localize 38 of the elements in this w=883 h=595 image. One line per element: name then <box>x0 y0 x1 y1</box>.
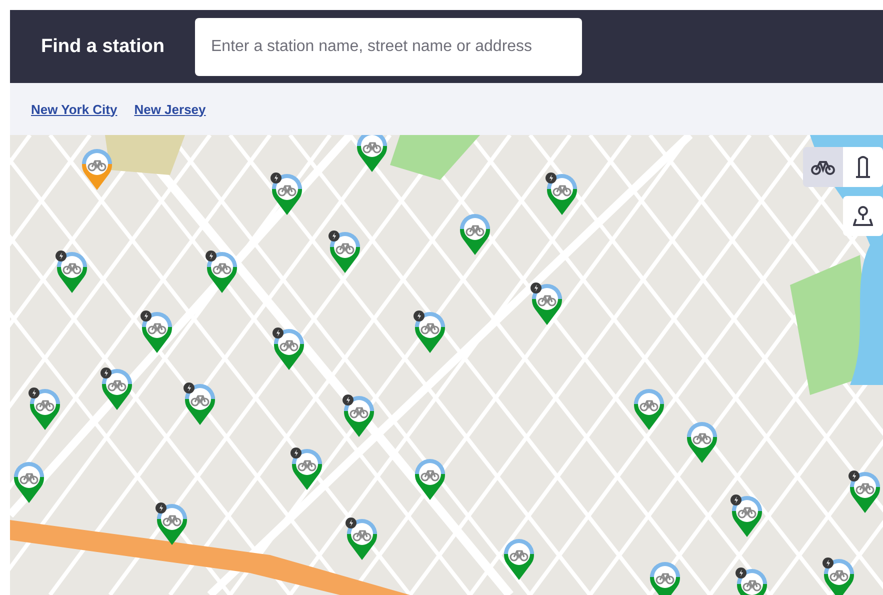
station-marker[interactable] <box>355 135 389 173</box>
station-marker[interactable] <box>458 212 492 256</box>
station-marker[interactable] <box>28 387 62 431</box>
station-marker[interactable] <box>345 517 379 561</box>
station-marker[interactable] <box>530 282 564 326</box>
station-marker[interactable] <box>342 394 376 438</box>
station-marker[interactable] <box>155 502 189 546</box>
station-marker[interactable] <box>290 447 324 491</box>
search-field[interactable]: Enter a station name, street name or address <box>195 18 582 76</box>
station-marker[interactable] <box>328 230 362 274</box>
location-pin-icon <box>853 205 873 227</box>
dock-layer-button[interactable] <box>843 147 883 187</box>
station-marker[interactable] <box>848 470 882 514</box>
station-marker[interactable] <box>140 310 174 354</box>
dock-icon <box>855 155 871 179</box>
station-marker[interactable] <box>12 460 46 504</box>
station-marker[interactable] <box>413 457 447 501</box>
station-marker[interactable] <box>270 172 304 216</box>
bicycle-icon <box>811 159 835 175</box>
station-marker[interactable] <box>100 367 134 411</box>
locate-button[interactable] <box>843 196 883 236</box>
station-marker[interactable] <box>80 147 114 191</box>
station-marker[interactable] <box>685 420 719 464</box>
station-marker[interactable] <box>183 382 217 426</box>
station-marker[interactable] <box>272 327 306 371</box>
station-marker[interactable] <box>545 172 579 216</box>
station-marker[interactable] <box>55 250 89 294</box>
station-marker[interactable] <box>205 250 239 294</box>
region-link[interactable]: New York City <box>31 102 118 116</box>
page-title: Find a station <box>41 36 166 58</box>
bike-layer-button[interactable] <box>803 147 843 187</box>
station-marker[interactable] <box>413 310 447 354</box>
station-marker[interactable] <box>822 557 856 595</box>
station-marker[interactable] <box>730 494 764 538</box>
station-marker[interactable] <box>632 387 666 431</box>
region-link[interactable]: New Jersey <box>134 102 206 116</box>
station-marker[interactable] <box>648 560 682 595</box>
station-marker[interactable] <box>502 537 536 581</box>
